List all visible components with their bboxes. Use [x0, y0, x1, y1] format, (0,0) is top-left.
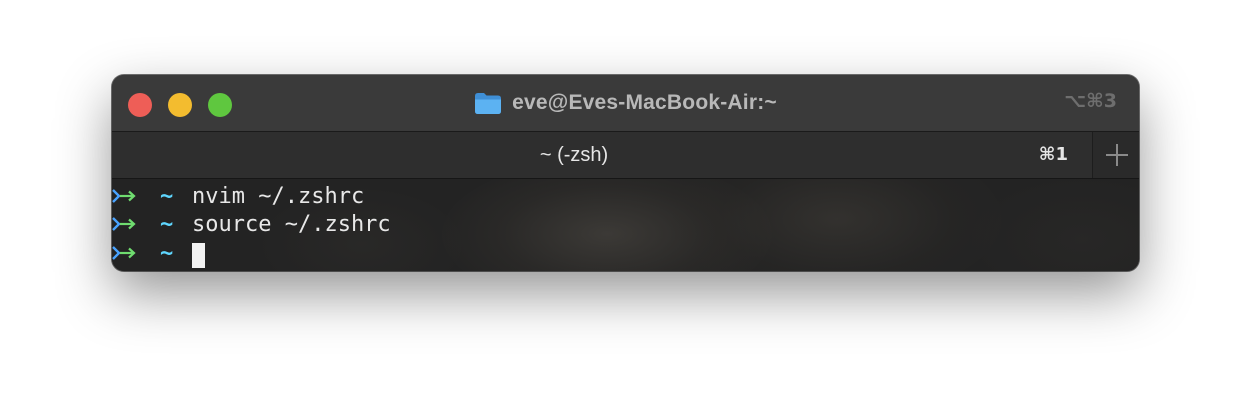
- window-title-group: eve@Eves-MacBook-Air:~: [112, 89, 1139, 117]
- tab-bar: ~ (-zsh) ⌘1: [112, 131, 1139, 179]
- new-tab-button[interactable]: [1092, 132, 1139, 178]
- cwd-label: ~: [160, 241, 174, 266]
- terminal-content[interactable]: ~ nvim ~/.zshrc ~ source ~/.zshrc ~: [112, 179, 1139, 271]
- title-bar[interactable]: eve@Eves-MacBook-Air:~ ⌥⌘3: [112, 75, 1139, 131]
- cwd-label: ~: [160, 212, 174, 237]
- terminal-line: ~ source ~/.zshrc: [112, 211, 391, 239]
- command-text: nvim ~/.zshrc: [192, 184, 365, 209]
- cwd-label: ~: [160, 184, 174, 209]
- folder-icon: [474, 91, 502, 115]
- window-shortcut: ⌥⌘3: [1064, 90, 1117, 112]
- command-text: source ~/.zshrc: [192, 212, 391, 237]
- prompt-arrow-icon: [112, 246, 136, 260]
- terminal-line: ~ nvim ~/.zshrc: [112, 183, 364, 211]
- text-cursor: [192, 243, 205, 268]
- prompt-arrow-icon: [112, 217, 136, 231]
- terminal-line: ~: [112, 240, 205, 268]
- prompt-arrow-icon: [112, 189, 136, 203]
- tab-zsh[interactable]: ~ (-zsh) ⌘1: [112, 132, 1092, 178]
- window-title: eve@Eves-MacBook-Air:~: [512, 91, 777, 114]
- tab-shortcut: ⌘1: [1038, 144, 1068, 165]
- tab-label: ~ (-zsh): [539, 144, 609, 166]
- terminal-window: eve@Eves-MacBook-Air:~ ⌥⌘3 ~ (-zsh) ⌘1 ~: [112, 75, 1139, 271]
